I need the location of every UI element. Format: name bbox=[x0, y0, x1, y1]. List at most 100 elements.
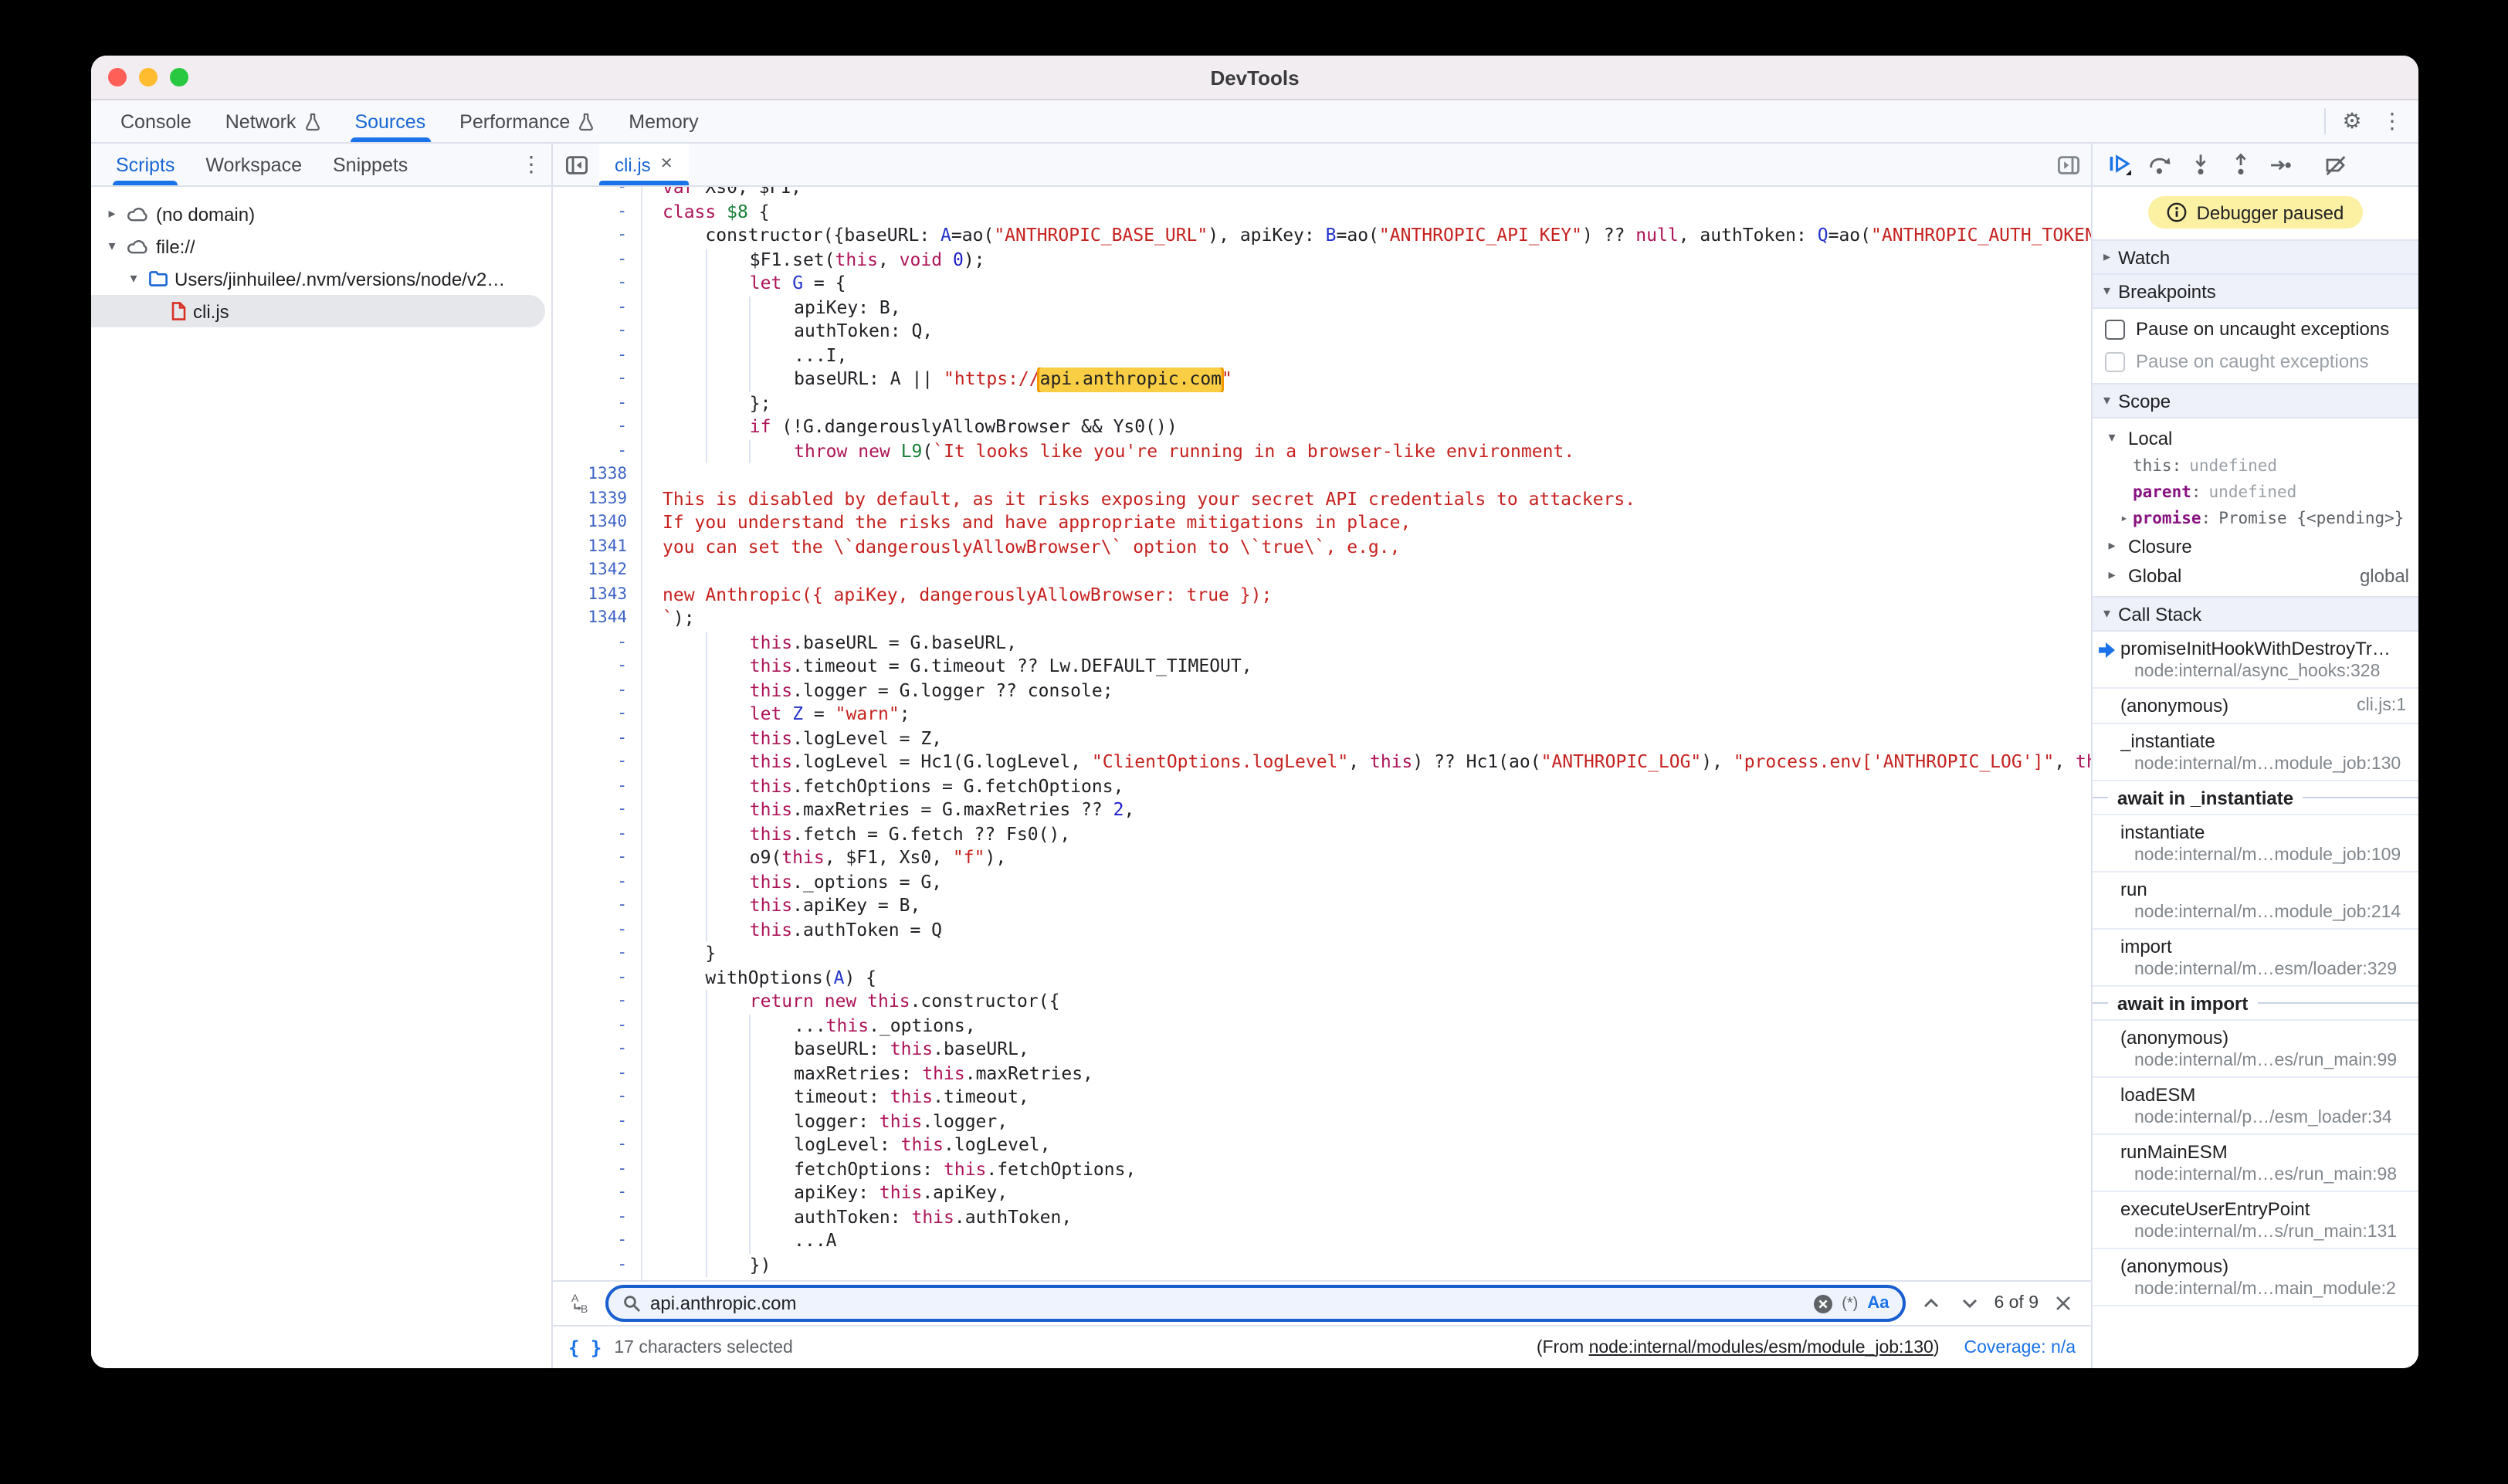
navigator-tab-scripts[interactable]: Scripts bbox=[100, 144, 190, 185]
gutter-cell[interactable]: - bbox=[553, 894, 642, 918]
close-search-button[interactable] bbox=[2049, 1296, 2077, 1311]
gutter-cell[interactable]: - bbox=[553, 1062, 642, 1086]
breakpoint-option[interactable]: Pause on uncaught exceptions bbox=[2105, 318, 2406, 340]
gutter-cell[interactable]: - bbox=[553, 870, 642, 894]
gutter-cell[interactable]: 1341 bbox=[553, 535, 642, 559]
gutter-cell[interactable]: - bbox=[553, 727, 642, 750]
next-match-button[interactable] bbox=[1955, 1297, 1983, 1310]
gutter-cell[interactable]: 1343 bbox=[553, 583, 642, 607]
settings-button[interactable]: ⚙ bbox=[2332, 100, 2372, 142]
stack-frame[interactable]: loadESMnode:internal/p…/esm_loader:34 bbox=[2093, 1078, 2418, 1135]
gutter-cell[interactable]: - bbox=[553, 798, 642, 822]
gutter-cell[interactable]: - bbox=[553, 679, 642, 703]
scope-group[interactable]: ▸Globalglobal bbox=[2093, 561, 2418, 590]
tab-sources[interactable]: Sources bbox=[337, 100, 442, 142]
gutter-cell[interactable]: - bbox=[553, 918, 642, 942]
gutter-cell[interactable]: 1342 bbox=[553, 559, 642, 583]
stack-frame[interactable]: (anonymous)cli.js:1 bbox=[2093, 689, 2418, 724]
step-over-button[interactable] bbox=[2140, 146, 2179, 183]
resume-button[interactable] bbox=[2100, 146, 2139, 183]
gutter-cell[interactable]: - bbox=[553, 415, 642, 439]
step-button[interactable] bbox=[2261, 146, 2300, 183]
gutter-cell[interactable]: - bbox=[553, 655, 642, 679]
checkbox[interactable] bbox=[2105, 351, 2125, 371]
gutter-cell[interactable]: - bbox=[553, 391, 642, 415]
gutter-cell[interactable]: - bbox=[553, 439, 642, 463]
watch-section-header[interactable]: ▸ Watch bbox=[2093, 239, 2418, 275]
gutter-cell[interactable]: - bbox=[553, 631, 642, 655]
stack-frame[interactable]: (anonymous)node:internal/m…es/run_main:9… bbox=[2093, 1021, 2418, 1078]
code-editor[interactable]: -var Xs0, $F1;-class $8 {-constructor({b… bbox=[553, 187, 2091, 1280]
gutter-cell[interactable]: - bbox=[553, 1229, 642, 1253]
breakpoints-section-header[interactable]: ▾ Breakpoints bbox=[2093, 275, 2418, 309]
stack-frame[interactable]: runMainESMnode:internal/m…es/run_main:98 bbox=[2093, 1135, 2418, 1192]
tree-item[interactable]: ▾file:// bbox=[91, 230, 551, 263]
coverage-link[interactable]: Coverage: n/a bbox=[1964, 1338, 2076, 1357]
stack-frame[interactable]: importnode:internal/m…esm/loader:329 bbox=[2093, 930, 2418, 987]
gutter-cell[interactable]: 1339 bbox=[553, 487, 642, 511]
gutter-cell[interactable]: - bbox=[553, 822, 642, 846]
scope-property[interactable]: ▸promise:Promise {<pending>} bbox=[2093, 505, 2418, 531]
checkbox[interactable] bbox=[2105, 319, 2125, 339]
gutter-cell[interactable]: - bbox=[553, 942, 642, 966]
tree-item[interactable]: ▾Users/jinhuilee/.nvm/versions/node/v2… bbox=[91, 263, 551, 295]
breakpoint-option[interactable]: Pause on caught exceptions bbox=[2105, 351, 2406, 372]
search-field[interactable]: (*) Aa bbox=[605, 1285, 1906, 1322]
gutter-cell[interactable]: - bbox=[553, 1014, 642, 1038]
stack-frame[interactable]: promiseInitHookWithDestroyTr…node:intern… bbox=[2093, 632, 2418, 689]
close-tab-icon[interactable]: ✕ bbox=[660, 156, 673, 173]
step-out-button[interactable] bbox=[2221, 146, 2259, 183]
gutter-cell[interactable]: - bbox=[553, 1038, 642, 1062]
scope-group[interactable]: ▸Closure bbox=[2093, 531, 2418, 561]
stack-frame[interactable]: runnode:internal/m…module_job:214 bbox=[2093, 872, 2418, 930]
navigator-tab-workspace[interactable]: Workspace bbox=[190, 144, 317, 185]
tree-item[interactable]: cli.js bbox=[91, 295, 545, 327]
gutter-cell[interactable]: 1344 bbox=[553, 607, 642, 631]
gutter-cell[interactable]: - bbox=[553, 368, 642, 391]
stack-frame[interactable]: instantiatenode:internal/m…module_job:10… bbox=[2093, 815, 2418, 872]
scope-section-header[interactable]: ▾ Scope bbox=[2093, 383, 2418, 418]
gutter-cell[interactable]: - bbox=[553, 703, 642, 727]
gutter-cell[interactable]: - bbox=[553, 187, 642, 200]
gutter-cell[interactable]: 1338 bbox=[553, 463, 642, 487]
gutter-cell[interactable]: - bbox=[553, 774, 642, 798]
tree-item[interactable]: ▸(no domain) bbox=[91, 198, 551, 230]
zoom-window-button[interactable] bbox=[170, 68, 188, 86]
match-case-toggle[interactable]: Aa bbox=[1867, 1294, 1889, 1313]
gutter-cell[interactable]: - bbox=[553, 1086, 642, 1110]
gutter-cell[interactable]: - bbox=[553, 1253, 642, 1277]
call-stack-section-header[interactable]: ▾ Call Stack bbox=[2093, 596, 2418, 632]
gutter-cell[interactable]: - bbox=[553, 1110, 642, 1133]
clear-search-button[interactable] bbox=[1812, 1293, 1832, 1313]
navigator-tab-snippets[interactable]: Snippets bbox=[317, 144, 423, 185]
gutter-cell[interactable]: - bbox=[553, 1277, 642, 1280]
tab-performance[interactable]: Performance bbox=[442, 100, 612, 142]
gutter-cell[interactable]: - bbox=[553, 990, 642, 1014]
gutter-cell[interactable]: - bbox=[553, 966, 642, 990]
gutter-cell[interactable]: - bbox=[553, 344, 642, 368]
gutter-cell[interactable]: - bbox=[553, 248, 642, 272]
tab-console[interactable]: Console bbox=[103, 100, 208, 142]
close-window-button[interactable] bbox=[108, 68, 127, 86]
replace-toggle-button[interactable]: AB bbox=[567, 1293, 595, 1314]
hide-navigator-button[interactable] bbox=[553, 144, 599, 185]
pretty-print-button[interactable]: { } bbox=[568, 1337, 602, 1358]
stack-frame[interactable]: executeUserEntryPointnode:internal/m…s/r… bbox=[2093, 1192, 2418, 1249]
gutter-cell[interactable]: - bbox=[553, 846, 642, 870]
hide-debugger-panel-button[interactable] bbox=[2045, 144, 2091, 185]
more-options-button[interactable]: ⋮ bbox=[2372, 100, 2412, 142]
gutter-cell[interactable]: - bbox=[553, 320, 642, 344]
minimize-window-button[interactable] bbox=[139, 68, 158, 86]
source-origin-link[interactable]: node:internal/modules/esm/module_job:130 bbox=[1589, 1338, 1934, 1357]
previous-match-button[interactable] bbox=[1917, 1297, 1944, 1310]
editor-tab-clijs[interactable]: cli.js ✕ bbox=[599, 144, 688, 185]
gutter-cell[interactable]: - bbox=[553, 224, 642, 248]
tab-network[interactable]: Network bbox=[208, 100, 338, 142]
gutter-cell[interactable]: - bbox=[553, 296, 642, 320]
deactivate-breakpoints-button[interactable] bbox=[2317, 146, 2355, 183]
gutter-cell[interactable]: - bbox=[553, 750, 642, 774]
gutter-cell[interactable]: 1340 bbox=[553, 511, 642, 535]
gutter-cell[interactable]: - bbox=[553, 1157, 642, 1181]
regex-toggle[interactable]: (*) bbox=[1842, 1295, 1858, 1312]
gutter-cell[interactable]: - bbox=[553, 200, 642, 224]
